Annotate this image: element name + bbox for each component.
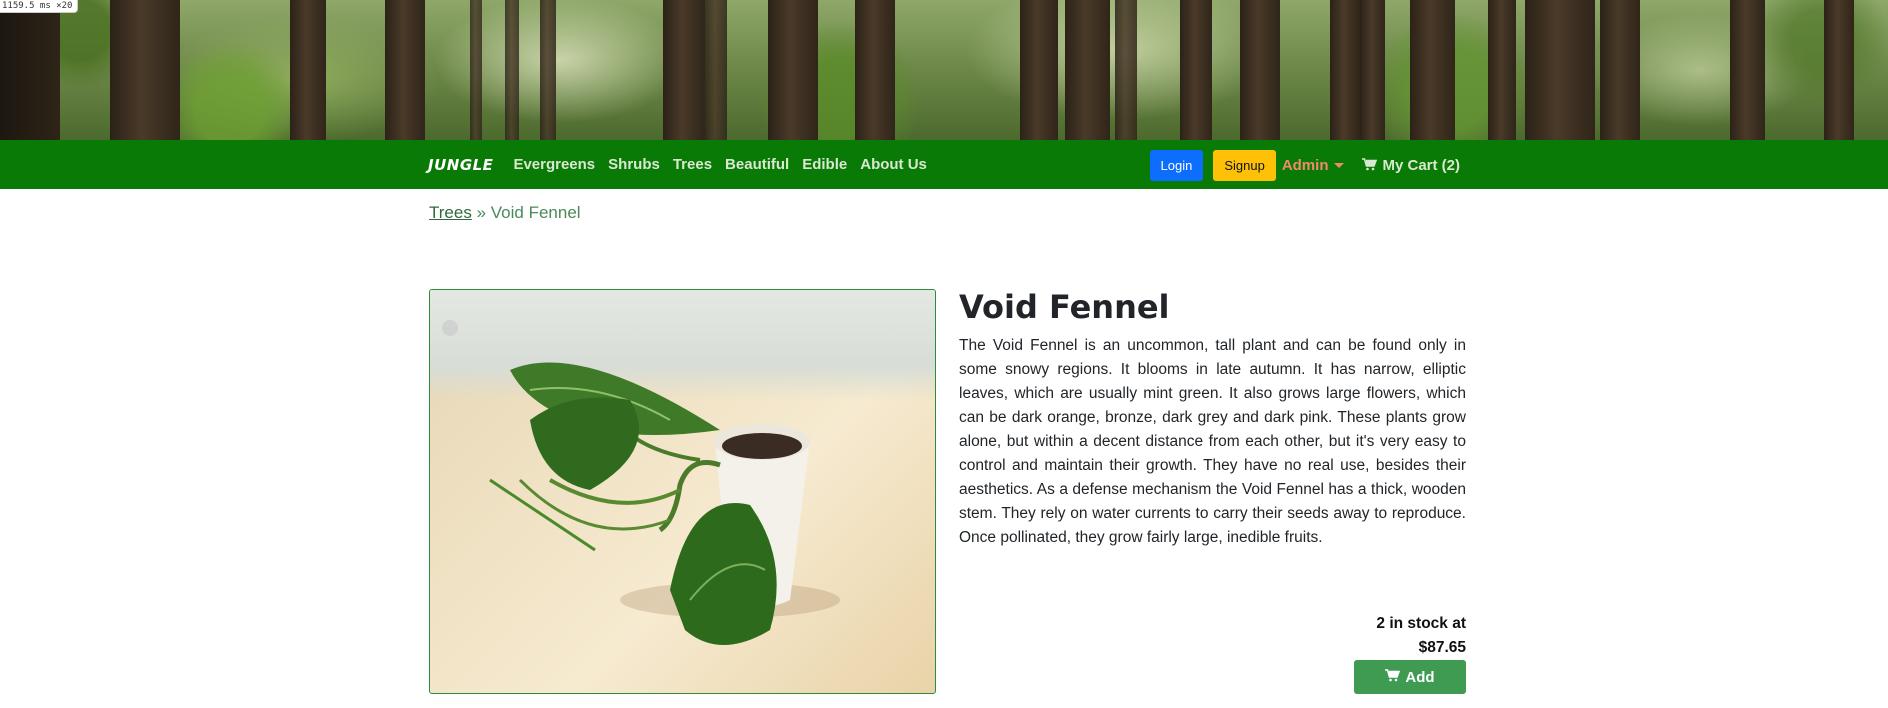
product-title: Void Fennel	[959, 288, 1170, 326]
nav-link-shrubs[interactable]: Shrubs	[608, 156, 660, 173]
nav-link-beautiful[interactable]: Beautiful	[725, 156, 789, 173]
brand-logo[interactable]: JUNGLE	[428, 156, 493, 174]
admin-label: Admin	[1281, 157, 1329, 174]
performance-badge: 1159.5 ms ×20	[0, 0, 78, 13]
cart-icon	[1362, 157, 1378, 174]
cart-icon	[1385, 669, 1401, 685]
main-navbar: JUNGLE Evergreens Shrubs Trees Beautiful…	[0, 140, 1888, 189]
product-price: $87.65	[1418, 639, 1466, 656]
forest-hero-banner	[0, 0, 1888, 140]
stock-text: 2 in stock at	[1376, 615, 1466, 632]
cart-label: My Cart (2)	[1382, 157, 1460, 174]
login-button[interactable]: Login	[1149, 150, 1204, 181]
product-image	[429, 289, 936, 694]
caret-down-icon	[1334, 163, 1345, 168]
nav-link-evergreens[interactable]: Evergreens	[513, 156, 595, 173]
add-button-label: Add	[1405, 668, 1435, 686]
breadcrumb: Trees » Void Fennel	[429, 203, 581, 223]
cart-link[interactable]: My Cart (2)	[1362, 157, 1460, 174]
nav-link-trees[interactable]: Trees	[673, 156, 712, 173]
admin-dropdown[interactable]: Admin	[1282, 157, 1345, 174]
signup-button[interactable]: Signup	[1213, 150, 1276, 181]
breadcrumb-separator: »	[476, 203, 487, 222]
add-to-cart-button[interactable]: Add	[1354, 660, 1466, 694]
nav-link-edible[interactable]: Edible	[802, 156, 847, 173]
nav-link-about-us[interactable]: About Us	[860, 156, 927, 173]
breadcrumb-current: Void Fennel	[490, 203, 581, 222]
stock-info: 2 in stock at $87.65	[1376, 612, 1466, 660]
product-description: The Void Fennel is an uncommon, tall pla…	[959, 337, 1466, 546]
nav-actions: Login Signup Admin My Cart (2)	[1149, 150, 1460, 181]
breadcrumb-link-trees[interactable]: Trees	[429, 203, 472, 222]
